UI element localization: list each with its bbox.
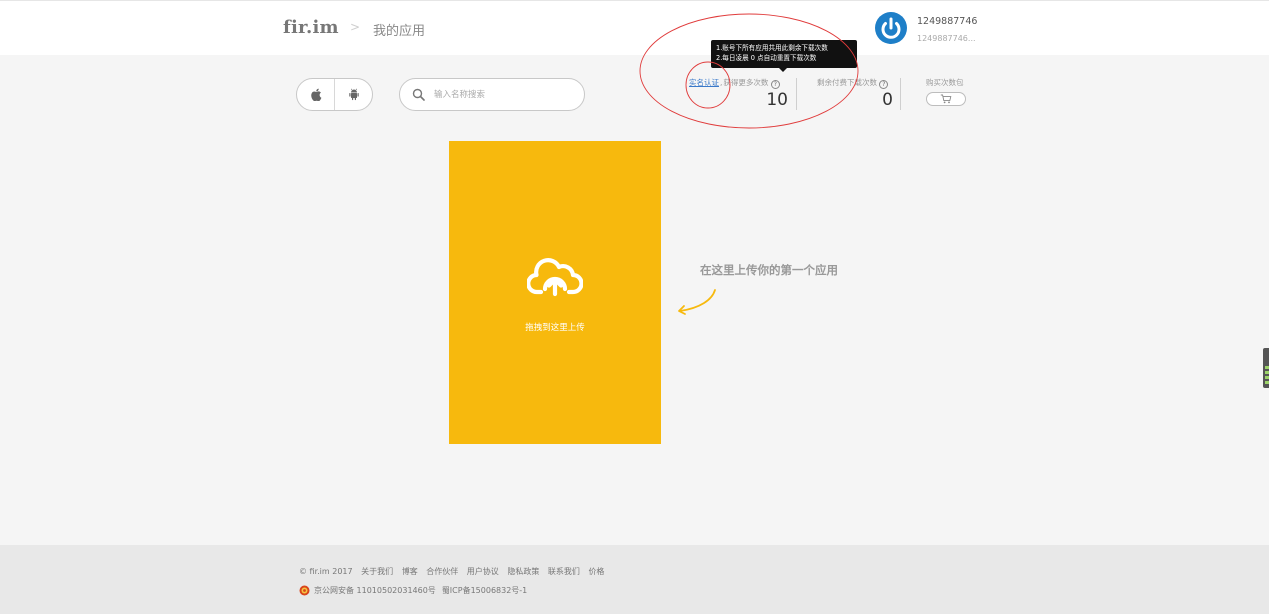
footer-link-privacy[interactable]: 隐私政策	[507, 567, 539, 576]
upload-dropzone[interactable]: 拖拽到这里上传	[449, 141, 661, 444]
search-icon	[412, 88, 425, 101]
verify-link[interactable]: 实名认证	[689, 78, 719, 87]
avatar[interactable]	[875, 12, 907, 44]
widget-bar	[1265, 376, 1269, 379]
tooltip-line-1: 1.账号下所有应用共用此剩余下载次数	[716, 44, 828, 52]
widget-bar	[1265, 381, 1269, 384]
android-filter-button[interactable]	[335, 79, 373, 110]
police-record-link[interactable]: 京公网安备 11010502031460号	[314, 585, 436, 596]
cart-icon	[940, 94, 952, 104]
paid-downloads-count: 0	[882, 90, 893, 110]
footer-link-blog[interactable]: 博客	[402, 567, 418, 576]
footer: © fir.im 2017 关于我们 博客 合作伙伴 用户协议 隐私政策 联系我…	[0, 545, 1269, 614]
apple-icon	[310, 88, 321, 101]
upload-label: 拖拽到这里上传	[525, 323, 585, 333]
help-icon[interactable]: ?	[879, 80, 889, 89]
side-float-widget[interactable]	[1263, 348, 1269, 388]
breadcrumb-separator: >	[350, 20, 361, 34]
free-downloads-label: 实名认证,获得更多次数 ?	[689, 77, 780, 89]
footer-record: 京公网安备 11010502031460号 蜀ICP备15006832号-1	[299, 585, 533, 596]
footer-link-pricing[interactable]: 价格	[588, 567, 604, 576]
logo[interactable]: fir.im	[283, 17, 339, 38]
footer-link-partners[interactable]: 合作伙伴	[426, 567, 458, 576]
icp-record-link[interactable]: 蜀ICP备15006832号-1	[442, 585, 527, 596]
widget-bar	[1265, 371, 1269, 374]
widget-bar	[1265, 366, 1269, 369]
paid-downloads-text: 剩余付费下载次数	[817, 78, 877, 87]
cloud-upload-icon	[527, 258, 583, 297]
footer-link-contact[interactable]: 联系我们	[548, 567, 580, 576]
buy-package-label: 购买次数包	[926, 78, 964, 87]
tooltip-line-2: 2.每日凌晨 0 点自动重置下载次数	[716, 54, 817, 62]
power-icon	[876, 13, 906, 43]
ios-filter-button[interactable]	[297, 79, 335, 110]
get-more-label: 获得更多次数	[723, 78, 769, 87]
stat-divider	[900, 78, 901, 110]
buy-package-button[interactable]	[926, 92, 966, 106]
android-icon	[349, 88, 359, 101]
tooltip-arrow	[779, 68, 787, 72]
download-quota-tooltip: 1.账号下所有应用共用此剩余下载次数 2.每日凌晨 0 点自动重置下载次数	[711, 40, 857, 68]
page-title: 我的应用	[373, 24, 426, 39]
footer-link-terms[interactable]: 用户协议	[467, 567, 499, 576]
paid-downloads-label: 剩余付费下载次数 ?	[817, 77, 889, 89]
search-input[interactable]	[432, 85, 572, 105]
upload-hint: 在这里上传你的第一个应用	[700, 263, 838, 277]
footer-link-about[interactable]: 关于我们	[361, 567, 393, 576]
footer-links: © fir.im 2017 关于我们 博客 合作伙伴 用户协议 隐私政策 联系我…	[299, 566, 610, 577]
search-box	[399, 78, 585, 111]
user-email: 1249887746...	[917, 34, 976, 43]
stat-divider	[796, 78, 797, 110]
copyright: © fir.im 2017	[299, 567, 353, 576]
help-icon[interactable]: ?	[770, 80, 780, 89]
platform-filter	[296, 78, 373, 111]
top-header: fir.im > 我的应用 1249887746 1249887746...	[0, 0, 1269, 55]
curved-arrow-icon	[678, 289, 716, 315]
free-downloads-count: 10	[766, 90, 788, 110]
user-name[interactable]: 1249887746	[917, 16, 977, 27]
police-badge-icon	[299, 585, 310, 596]
